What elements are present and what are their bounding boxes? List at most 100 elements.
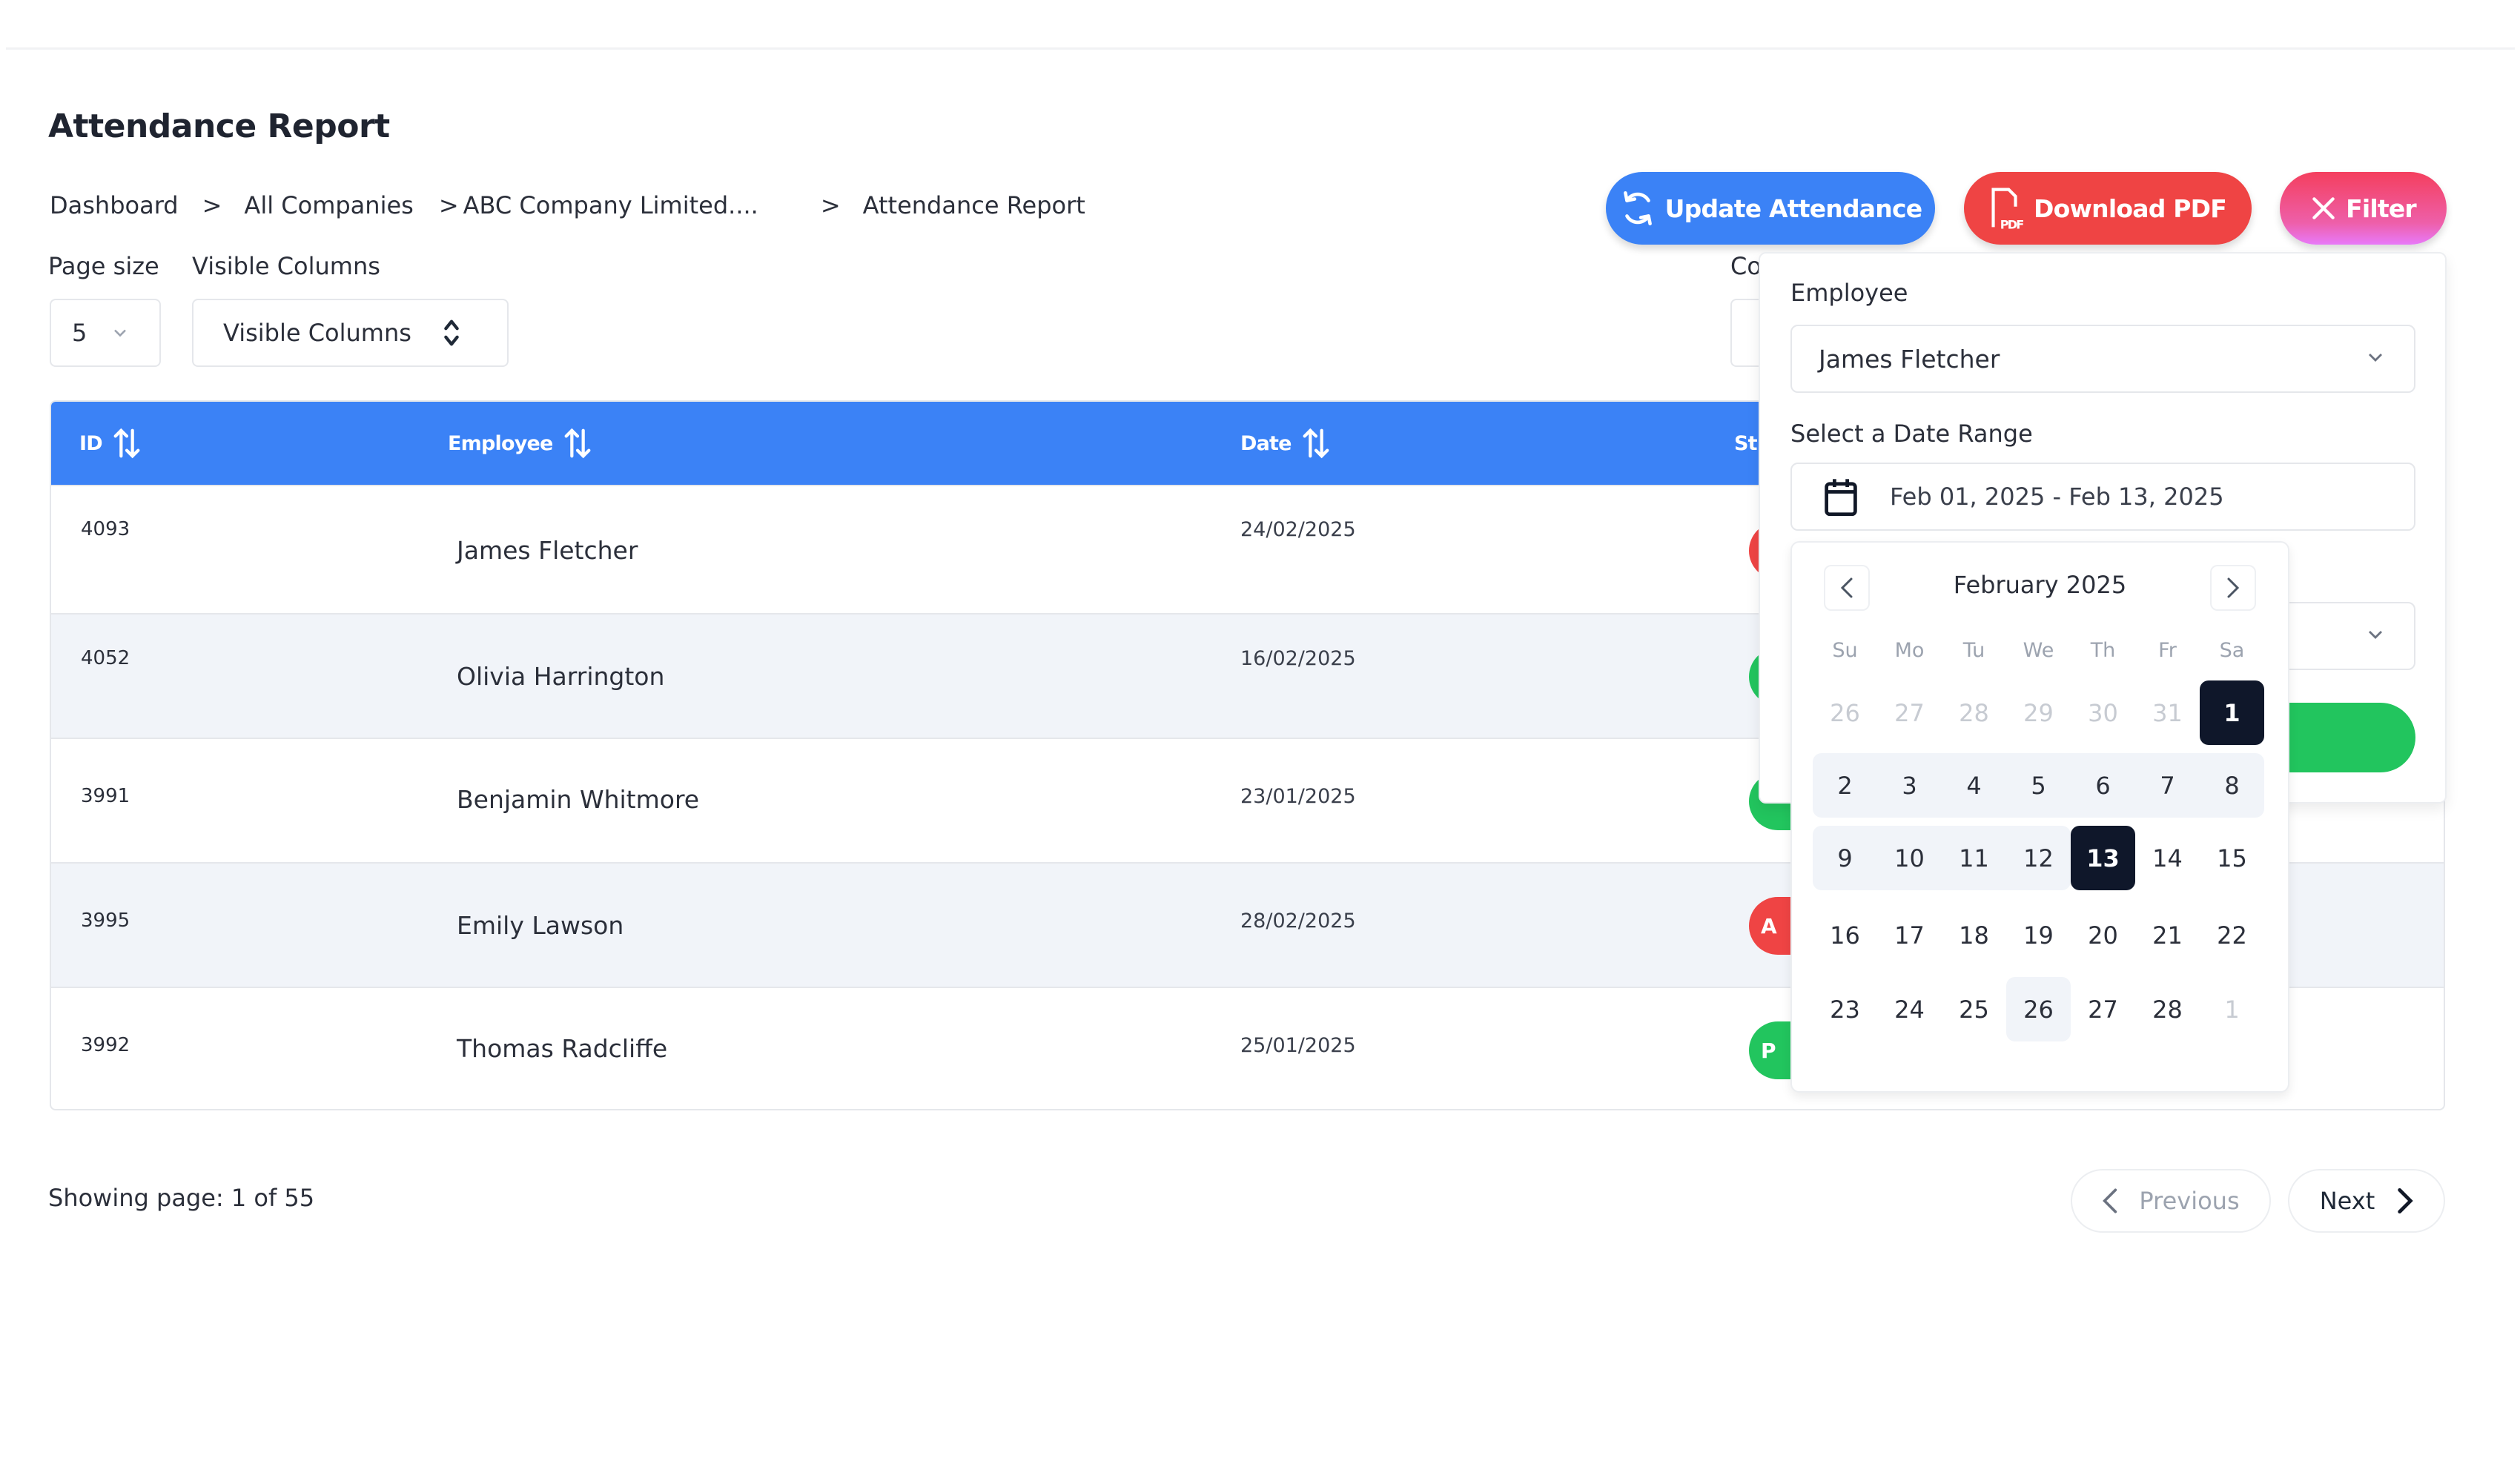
breadcrumb-separator: > xyxy=(202,191,222,219)
breadcrumb-all-companies[interactable]: All Companies xyxy=(244,191,413,219)
cell-employee: Emily Lawson xyxy=(457,911,624,940)
cell-id: 3995 xyxy=(81,910,130,932)
employee-label: Employee xyxy=(1790,279,1908,307)
employee-select[interactable]: James Fletcher xyxy=(1790,325,2415,393)
calendar-day[interactable]: 23 xyxy=(1813,977,1877,1041)
page-size-value: 5 xyxy=(72,319,87,347)
cell-date: 23/01/2025 xyxy=(1240,785,1356,808)
partial-control-label: Co xyxy=(1730,252,1762,280)
employee-select-value: James Fletcher xyxy=(1819,344,2000,374)
cell-id: 4093 xyxy=(81,517,130,540)
next-page-button[interactable]: Next xyxy=(2288,1169,2445,1233)
calendar-day[interactable]: 28 xyxy=(2135,977,2200,1041)
calendar-day[interactable]: 10 xyxy=(1877,826,1942,890)
calendar-day[interactable]: 11 xyxy=(1942,826,2006,890)
cell-date: 24/02/2025 xyxy=(1240,517,1356,541)
calendar-day[interactable]: 26 xyxy=(2006,977,2071,1041)
breadcrumb-separator: > xyxy=(438,191,459,219)
chevron-up-down-icon xyxy=(444,319,459,346)
download-pdf-button[interactable]: PDF Download PDF xyxy=(1964,172,2252,245)
date-range-input[interactable]: Feb 01, 2025 - Feb 13, 2025 xyxy=(1790,463,2415,531)
weekday-label: Su xyxy=(1832,639,1858,662)
next-month-button[interactable] xyxy=(2210,565,2256,611)
breadcrumb: Dashboard > All Companies > ABC Company … xyxy=(50,189,1085,222)
previous-label: Previous xyxy=(2139,1187,2240,1215)
cell-id: 3991 xyxy=(81,785,130,807)
calendar-day[interactable]: 19 xyxy=(2006,903,2071,967)
weekday-label: Fr xyxy=(2158,639,2177,662)
calendar-day[interactable]: 8 xyxy=(2200,753,2264,818)
calendar-day[interactable]: 26 xyxy=(1813,680,1877,745)
pagination-status: Showing page: 1 of 55 xyxy=(48,1184,315,1212)
page-title: Attendance Report xyxy=(48,107,390,145)
calendar-day[interactable]: 27 xyxy=(2071,977,2135,1041)
calendar-day[interactable]: 15 xyxy=(2200,826,2264,890)
date-range-value: Feb 01, 2025 - Feb 13, 2025 xyxy=(1890,483,2224,511)
page-size-select[interactable]: 5 xyxy=(50,299,161,367)
column-header-label: Employee xyxy=(448,431,553,455)
calendar-day[interactable]: 12 xyxy=(2006,826,2071,890)
apply-filter-button[interactable] xyxy=(2279,703,2415,772)
calendar-day[interactable]: 3 xyxy=(1877,753,1942,818)
calendar-day[interactable]: 22 xyxy=(2200,903,2264,967)
calendar-day-selected[interactable]: 1 xyxy=(2200,680,2264,745)
weekday-label: Sa xyxy=(2219,639,2245,662)
calendar-day[interactable]: 5 xyxy=(2006,753,2071,818)
visible-columns-label: Visible Columns xyxy=(192,252,380,280)
calendar-day[interactable]: 25 xyxy=(1942,977,2006,1041)
calendar-day[interactable]: 31 xyxy=(2135,680,2200,745)
filter-button[interactable]: Filter xyxy=(2280,172,2447,245)
calendar-day[interactable]: 14 xyxy=(2135,826,2200,890)
column-header-label: Date xyxy=(1240,431,1292,455)
update-attendance-button[interactable]: Update Attendance xyxy=(1606,172,1935,245)
visible-columns-value: Visible Columns xyxy=(223,319,411,347)
calendar-day[interactable]: 24 xyxy=(1877,977,1942,1041)
weekday-label: Mo xyxy=(1894,639,1925,662)
previous-page-button[interactable]: Previous xyxy=(2071,1169,2271,1233)
column-header-label: ID xyxy=(79,431,103,455)
calendar-day[interactable]: 16 xyxy=(1813,903,1877,967)
breadcrumb-dashboard[interactable]: Dashboard xyxy=(50,191,179,219)
calendar-day[interactable]: 30 xyxy=(2071,680,2135,745)
breadcrumb-current: Attendance Report xyxy=(862,191,1085,219)
chevron-down-icon xyxy=(2369,631,2382,639)
calendar-day[interactable]: 27 xyxy=(1877,680,1942,745)
calendar-day[interactable]: 9 xyxy=(1813,826,1877,890)
download-pdf-label: Download PDF xyxy=(2034,193,2227,223)
calendar-day[interactable]: 7 xyxy=(2135,753,2200,818)
column-header-employee[interactable]: Employee xyxy=(448,402,595,485)
calendar-day[interactable]: 29 xyxy=(2006,680,2071,745)
breadcrumb-company[interactable]: ABC Company Limited.... xyxy=(463,191,758,219)
chevron-right-icon xyxy=(2227,577,2240,598)
chevron-right-icon xyxy=(2398,1188,2413,1214)
column-header-date[interactable]: Date xyxy=(1240,402,1333,485)
calendar-day[interactable]: 28 xyxy=(1942,680,2006,745)
column-header-id[interactable]: ID xyxy=(79,402,144,485)
calendar-day[interactable]: 17 xyxy=(1877,903,1942,967)
close-icon xyxy=(2312,197,2335,219)
calendar-day[interactable]: 20 xyxy=(2071,903,2135,967)
refresh-icon xyxy=(1623,191,1652,226)
calendar-day[interactable]: 1 xyxy=(2200,977,2264,1041)
pdf-file-icon: PDF xyxy=(1991,188,2025,231)
visible-columns-select[interactable]: Visible Columns xyxy=(192,299,509,367)
calendar-day-selected[interactable]: 13 xyxy=(2071,826,2135,890)
cell-employee: James Fletcher xyxy=(457,535,638,565)
calendar-day[interactable]: 21 xyxy=(2135,903,2200,967)
calendar-day[interactable]: 2 xyxy=(1813,753,1877,818)
calendar-day[interactable]: 4 xyxy=(1942,753,2006,818)
calendar-day[interactable]: 18 xyxy=(1942,903,2006,967)
weekday-label: Tu xyxy=(1962,639,1985,662)
update-attendance-label: Update Attendance xyxy=(1664,193,1922,223)
date-picker-calendar: February 2025 Su Mo Tu We Th Fr Sa 26 27 28 29 30 31… xyxy=(1790,541,2289,1093)
chevron-down-icon xyxy=(2369,354,2382,362)
column-header-status[interactable]: St xyxy=(1734,402,1758,485)
filter-label: Filter xyxy=(2346,193,2417,223)
cell-employee: Thomas Radcliffe xyxy=(457,1034,668,1063)
page-size-label: Page size xyxy=(48,252,159,280)
svg-text:PDF: PDF xyxy=(2000,218,2024,231)
cell-date: 28/02/2025 xyxy=(1240,910,1356,933)
cell-date: 16/02/2025 xyxy=(1240,647,1356,670)
calendar-day[interactable]: 6 xyxy=(2071,753,2135,818)
cell-employee: Benjamin Whitmore xyxy=(457,785,700,814)
